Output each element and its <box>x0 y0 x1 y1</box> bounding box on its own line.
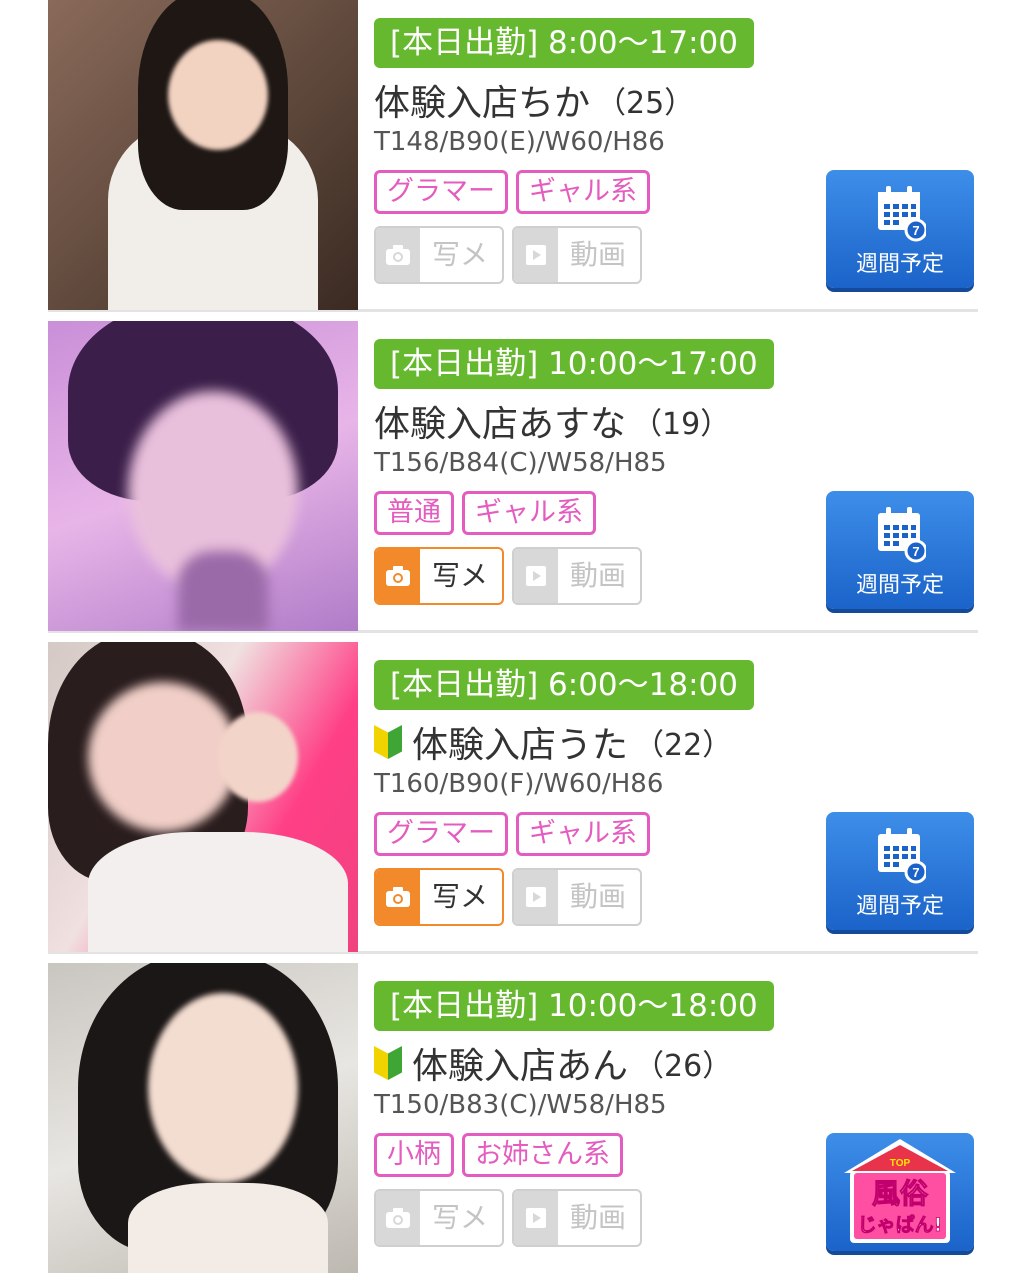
play-icon <box>514 870 559 924</box>
shift-badge: [本日出勤] 10:00～17:00 <box>374 339 774 389</box>
cast-age: （22） <box>634 728 733 763</box>
type-tag: グラマー <box>374 812 508 856</box>
video-label: 動画 <box>570 238 627 271</box>
cast-name[interactable]: 体験入店うた <box>412 716 628 768</box>
cast-name[interactable]: 体験入店あん <box>412 1037 628 1089</box>
calendar-icon: 7 <box>878 186 926 242</box>
shift-badge: [本日出勤] 8:00～17:00 <box>374 18 754 68</box>
photo-label: 写メ <box>432 1201 489 1234</box>
type-tag: 小柄 <box>374 1133 454 1177</box>
play-icon <box>514 228 559 282</box>
calendar-icon: 7 <box>878 828 926 884</box>
cast-card[interactable]: [本日出勤] 10:00～18:00 体験入店あん （26） T150/B83(… <box>48 963 978 1275</box>
photo-button[interactable]: 写メ <box>374 1189 505 1247</box>
video-label: 動画 <box>570 1201 627 1234</box>
camera-icon <box>376 870 420 924</box>
type-tag: ギャル系 <box>516 170 650 214</box>
cast-specs: T150/B83(C)/W58/H85 <box>374 1090 667 1120</box>
camera-icon <box>376 228 420 282</box>
svg-text:7: 7 <box>912 865 919 880</box>
video-button[interactable]: 動画 <box>512 226 643 284</box>
cast-age: （19） <box>632 407 731 442</box>
camera-icon <box>376 549 420 603</box>
cast-age: （25） <box>596 86 695 121</box>
cast-specs: T156/B84(C)/W58/H85 <box>374 448 667 478</box>
type-tag: 普通 <box>374 491 454 535</box>
weekly-schedule-button[interactable]: 7 週間予定 <box>826 170 974 288</box>
play-icon <box>514 549 559 603</box>
weekly-schedule-button[interactable]: 7 週間予定 <box>826 812 974 930</box>
cast-specs: T160/B90(F)/W60/H86 <box>374 769 664 799</box>
calendar-icon: 7 <box>878 507 926 563</box>
shift-badge: [本日出勤] 10:00～18:00 <box>374 981 774 1031</box>
logo-top-text: TOP <box>890 1158 911 1169</box>
type-tag: グラマー <box>374 170 508 214</box>
weekly-label: 週間予定 <box>855 894 944 919</box>
play-icon <box>514 1191 559 1245</box>
beginner-mark-icon <box>374 1046 402 1080</box>
type-tag: ギャル系 <box>462 491 596 535</box>
photo-label: 写メ <box>432 880 489 913</box>
type-tag: お姉さん系 <box>462 1133 623 1177</box>
photo-button[interactable]: 写メ <box>374 226 505 284</box>
logo-line1: 風俗 <box>872 1177 929 1210</box>
cast-photo[interactable] <box>48 321 358 631</box>
video-button[interactable]: 動画 <box>512 1189 643 1247</box>
video-button[interactable]: 動画 <box>512 547 643 605</box>
weekly-label: 週間予定 <box>855 252 944 277</box>
svg-text:7: 7 <box>912 544 919 559</box>
cast-card[interactable]: [本日出勤] 6:00～18:00 体験入店うた （22） T160/B90(F… <box>48 642 978 954</box>
shift-badge: [本日出勤] 6:00～18:00 <box>374 660 754 710</box>
photo-button[interactable]: 写メ <box>374 547 505 605</box>
cast-name[interactable]: 体験入店あすな <box>374 395 626 447</box>
type-tag: ギャル系 <box>516 812 650 856</box>
video-label: 動画 <box>570 559 627 592</box>
photo-button[interactable]: 写メ <box>374 868 505 926</box>
weekly-schedule-button[interactable]: 7 週間予定 <box>826 491 974 609</box>
video-button[interactable]: 動画 <box>512 868 643 926</box>
cast-photo[interactable] <box>48 642 358 952</box>
cast-photo[interactable] <box>48 963 358 1273</box>
cast-card[interactable]: [本日出勤] 8:00～17:00 体験入店ちか （25） T148/B90(E… <box>48 0 978 312</box>
cast-specs: T148/B90(E)/W60/H86 <box>374 127 665 157</box>
video-label: 動画 <box>570 880 627 913</box>
weekly-label: 週間予定 <box>855 573 944 598</box>
photo-label: 写メ <box>432 238 489 271</box>
cast-card[interactable]: [本日出勤] 10:00～17:00 体験入店あすな （19） T156/B84… <box>48 321 978 633</box>
fuzoku-japan-logo: TOP 風俗 じゃぱん! <box>844 1139 956 1243</box>
camera-icon <box>376 1191 420 1245</box>
cast-photo[interactable] <box>48 0 358 310</box>
fuzoku-japan-top-button[interactable]: TOP 風俗 じゃぱん! <box>826 1133 974 1251</box>
photo-label: 写メ <box>432 559 489 592</box>
svg-text:7: 7 <box>912 223 919 238</box>
logo-line2: じゃぱん! <box>858 1213 943 1236</box>
beginner-mark-icon <box>374 725 402 759</box>
cast-age: （26） <box>634 1049 733 1084</box>
cast-name[interactable]: 体験入店ちか <box>374 74 590 126</box>
